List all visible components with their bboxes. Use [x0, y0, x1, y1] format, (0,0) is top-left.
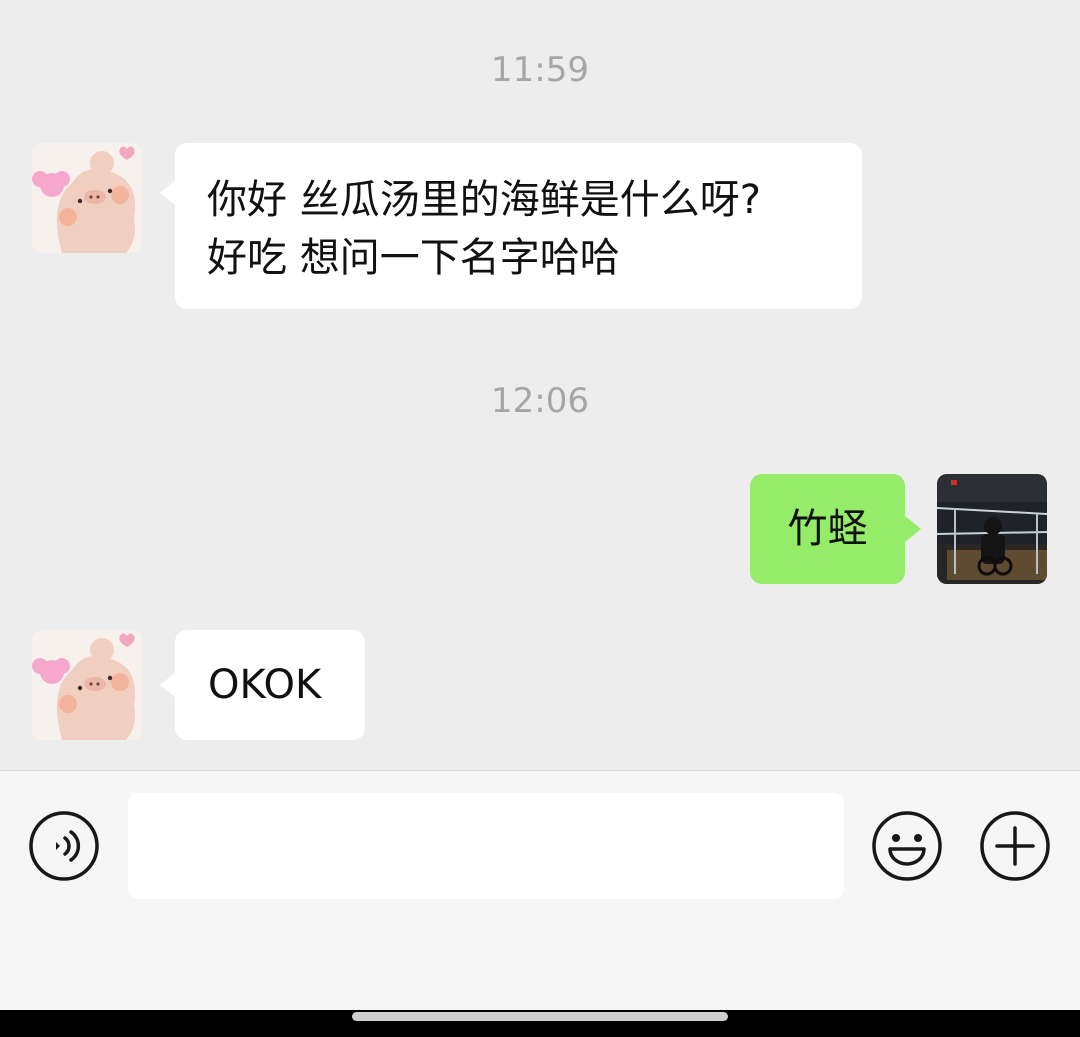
voice-button[interactable]	[29, 811, 99, 881]
bubble-tail	[160, 672, 176, 698]
emoji-icon	[872, 811, 942, 881]
message-text: OKOK	[208, 662, 322, 708]
incoming-message-bubble[interactable]: 你好 丝瓜汤里的海鲜是什么呀? 好吃 想问一下名字哈哈	[175, 143, 862, 309]
bubble-tail	[905, 516, 921, 542]
more-button[interactable]	[980, 811, 1050, 881]
outgoing-message-bubble[interactable]: 竹蛏	[750, 474, 905, 584]
message-text: 竹蛏	[787, 506, 868, 552]
voice-icon	[29, 811, 99, 881]
avatar[interactable]	[32, 143, 142, 253]
plus-icon	[980, 811, 1050, 881]
pig-sticker-avatar	[32, 630, 142, 740]
chat-area[interactable]: 11:59 你好 丝瓜汤里的海鲜是什么呀? 好吃 想问一下名字哈哈 12:06 …	[0, 0, 1080, 770]
timestamp: 12:06	[491, 381, 589, 421]
message-line: 你好 丝瓜汤里的海鲜是什么呀?	[207, 177, 761, 223]
message-input[interactable]	[128, 793, 844, 899]
home-indicator[interactable]	[352, 1012, 728, 1021]
emoji-button[interactable]	[872, 811, 942, 881]
incoming-message-bubble[interactable]: OKOK	[175, 630, 365, 740]
avatar[interactable]	[32, 630, 142, 740]
timestamp: 11:59	[491, 50, 589, 90]
bubble-tail	[160, 180, 176, 206]
photo-avatar	[937, 474, 1047, 584]
input-bar	[0, 770, 1080, 1011]
message-line: 好吃 想问一下名字哈哈	[207, 235, 620, 281]
avatar[interactable]	[937, 474, 1047, 584]
pig-sticker-avatar	[32, 143, 142, 253]
